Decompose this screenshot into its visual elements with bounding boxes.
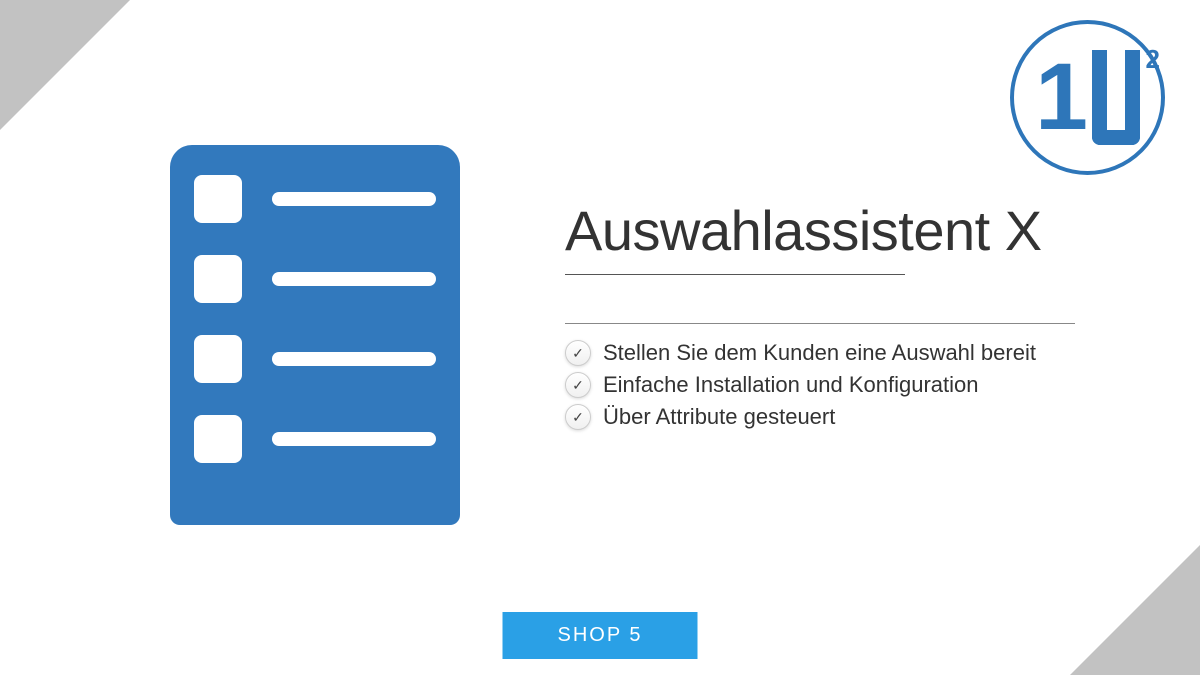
checklist-row (194, 255, 436, 303)
title-underline (565, 274, 905, 275)
checklist-line-icon (272, 432, 436, 446)
feature-item: ✓ Stellen Sie dem Kunden eine Auswahl be… (565, 340, 1160, 366)
check-icon: ✓ (565, 340, 591, 366)
checklist-box-icon (194, 175, 242, 223)
feature-text: Über Attribute gesteuert (603, 404, 835, 430)
checklist-row (194, 335, 436, 383)
checklist-row (194, 415, 436, 463)
checklist-row (194, 175, 436, 223)
shop-button[interactable]: SHOP 5 (503, 612, 698, 659)
logo-digit-0 (1092, 50, 1140, 145)
checklist-box-icon (194, 335, 242, 383)
feature-list: ✓ Stellen Sie dem Kunden eine Auswahl be… (565, 340, 1160, 430)
logo-digit-0-wrap: 2 (1092, 50, 1140, 145)
content-area: Auswahlassistent X ✓ Stellen Sie dem Kun… (565, 200, 1160, 430)
divider-line (565, 323, 1075, 324)
check-icon: ✓ (565, 372, 591, 398)
checklist-line-icon (272, 272, 436, 286)
corner-decoration-bottom-right (1070, 545, 1200, 675)
feature-item: ✓ Über Attribute gesteuert (565, 404, 1160, 430)
checklist-box-icon (194, 255, 242, 303)
checklist-line-icon (272, 352, 436, 366)
checklist-box-icon (194, 415, 242, 463)
checklist-line-icon (272, 192, 436, 206)
logo-digit-1: 1 (1035, 50, 1088, 145)
logo-inner: 1 2 (1035, 50, 1140, 145)
checklist-icon (170, 145, 460, 525)
corner-decoration-top-left (0, 0, 130, 130)
feature-text: Einfache Installation und Konfiguration (603, 372, 978, 398)
check-icon: ✓ (565, 404, 591, 430)
brand-logo: 1 2 (1010, 20, 1165, 175)
feature-item: ✓ Einfache Installation und Konfiguratio… (565, 372, 1160, 398)
logo-exponent: 2 (1145, 44, 1159, 75)
checklist-body (170, 145, 460, 525)
feature-text: Stellen Sie dem Kunden eine Auswahl bere… (603, 340, 1036, 366)
product-title: Auswahlassistent X (565, 200, 1160, 274)
